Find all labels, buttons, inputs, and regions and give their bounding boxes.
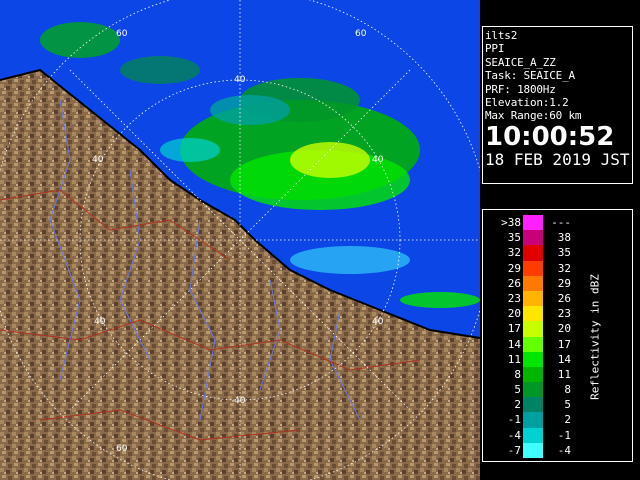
legend-color-swatch bbox=[523, 442, 543, 458]
legend-rows: >38 --- 35 38 32 35 29 32 26 29 23 26 20 23 17 20 14 17 11… bbox=[495, 215, 579, 458]
info-line: PPI bbox=[485, 42, 505, 56]
info-panel: ilts2 PPI SEAICE_A_ZZ Task: SEAICE_A PRF… bbox=[482, 26, 633, 184]
legend-high-value: --- bbox=[551, 216, 571, 229]
legend-color-swatch bbox=[523, 412, 543, 428]
legend-color-swatch bbox=[523, 260, 543, 276]
legend-color-swatch bbox=[523, 290, 543, 307]
legend-color-swatch bbox=[523, 366, 543, 383]
legend-row: 25 bbox=[495, 397, 579, 413]
legend-row: 58 bbox=[495, 382, 579, 398]
legend-low-value: 8 bbox=[514, 367, 521, 381]
legend-row: -1 2 bbox=[495, 412, 579, 428]
legend-row: -4 -1 bbox=[495, 427, 579, 443]
legend-low-value: -7 bbox=[507, 443, 521, 457]
legend-low-value: 5 bbox=[514, 383, 521, 397]
legend-color-swatch bbox=[523, 336, 543, 352]
legend-row: 8 11 bbox=[495, 366, 579, 383]
ring-label: 60 bbox=[116, 29, 128, 39]
legend-row: 14 17 bbox=[495, 336, 579, 352]
legend-low-value: >38 bbox=[501, 216, 521, 229]
legend-row: 20 23 bbox=[495, 306, 579, 322]
ring-label: 40 bbox=[234, 396, 246, 406]
legend-color-swatch bbox=[523, 382, 543, 398]
legend-high-value: -1 bbox=[557, 428, 571, 442]
info-line: SEAICE_A_ZZ bbox=[485, 55, 556, 69]
legend-high-value: 11 bbox=[557, 367, 571, 381]
radar-map[interactable]: 60 40 40 40 40 40 40 60 60 bbox=[0, 0, 480, 480]
info-line: ilts2 bbox=[485, 29, 518, 42]
legend-high-value: 8 bbox=[564, 383, 571, 397]
legend-low-value: 11 bbox=[507, 352, 521, 366]
legend-row: 17 20 bbox=[495, 321, 579, 337]
legend-row: 26 29 bbox=[495, 275, 579, 291]
legend-low-value: 2 bbox=[514, 398, 521, 412]
legend-row: 32 35 bbox=[495, 245, 579, 261]
legend-low-value: -1 bbox=[507, 413, 521, 427]
legend-color-swatch bbox=[523, 306, 543, 322]
legend-low-value: 20 bbox=[507, 307, 521, 321]
info-line: Max Range:60 km bbox=[485, 109, 582, 123]
ring-label: 40 bbox=[94, 317, 106, 327]
ring-label: 40 bbox=[234, 75, 246, 85]
ring-label: 60 bbox=[116, 444, 128, 454]
legend-high-value: 2 bbox=[564, 413, 571, 427]
observation-date: 18 FEB 2019 JST bbox=[485, 149, 630, 169]
legend-high-value: 29 bbox=[557, 276, 571, 290]
info-line: PRF: 1800Hz bbox=[485, 82, 556, 96]
legend-low-value: 26 bbox=[507, 276, 521, 290]
legend-high-value: 17 bbox=[557, 337, 571, 351]
observation-time: 10:00:52 bbox=[485, 121, 615, 152]
legend-low-value: 32 bbox=[507, 246, 521, 260]
legend-high-value: 14 bbox=[557, 352, 571, 366]
legend-color-swatch bbox=[523, 230, 543, 246]
legend-color-swatch bbox=[523, 351, 543, 367]
legend-color-swatch bbox=[523, 275, 543, 291]
legend-row: -7 -4 bbox=[495, 442, 579, 458]
legend-low-value: 17 bbox=[507, 322, 521, 336]
legend-high-value: 38 bbox=[557, 231, 571, 245]
info-line: Elevation:1.2 bbox=[485, 96, 569, 110]
info-line: Task: SEAICE_A bbox=[485, 69, 575, 83]
legend-color-swatch bbox=[523, 321, 543, 337]
legend-high-value: 26 bbox=[557, 291, 571, 305]
legend-color-swatch bbox=[523, 245, 543, 261]
legend-low-value: 29 bbox=[507, 261, 521, 275]
legend-row: >38 --- bbox=[495, 215, 579, 231]
legend-low-value: 35 bbox=[507, 231, 521, 245]
legend-row: 29 32 bbox=[495, 260, 579, 276]
legend-color-swatch bbox=[523, 397, 543, 413]
ring-label: 60 bbox=[355, 29, 367, 39]
legend-low-value: 14 bbox=[507, 337, 521, 351]
legend-high-value: 35 bbox=[557, 246, 571, 260]
legend-row: 11 14 bbox=[495, 351, 579, 367]
legend-high-value: 5 bbox=[564, 398, 571, 412]
ring-label: 40 bbox=[372, 155, 384, 165]
legend-high-value: 23 bbox=[557, 307, 571, 321]
legend-low-value: 23 bbox=[507, 291, 521, 305]
legend-color-swatch bbox=[523, 427, 543, 443]
legend-high-value: 32 bbox=[557, 261, 571, 275]
reflectivity-legend: >38 --- 35 38 32 35 29 32 26 29 23 26 20 23 17 20 14 17 11… bbox=[482, 209, 633, 462]
legend-row: 35 38 bbox=[495, 230, 579, 246]
ring-label: 40 bbox=[372, 317, 384, 327]
legend-high-value: 20 bbox=[557, 322, 571, 336]
legend-color-swatch bbox=[523, 215, 543, 231]
legend-high-value: -4 bbox=[557, 443, 571, 457]
legend-low-value: -4 bbox=[507, 428, 521, 442]
radar-ppi-image: 60 40 40 40 40 40 40 60 60 bbox=[0, 0, 480, 480]
legend-unit-label: Reflectivity in dBZ bbox=[588, 273, 602, 400]
legend-row: 23 26 bbox=[495, 290, 579, 307]
ring-label: 40 bbox=[92, 155, 104, 165]
